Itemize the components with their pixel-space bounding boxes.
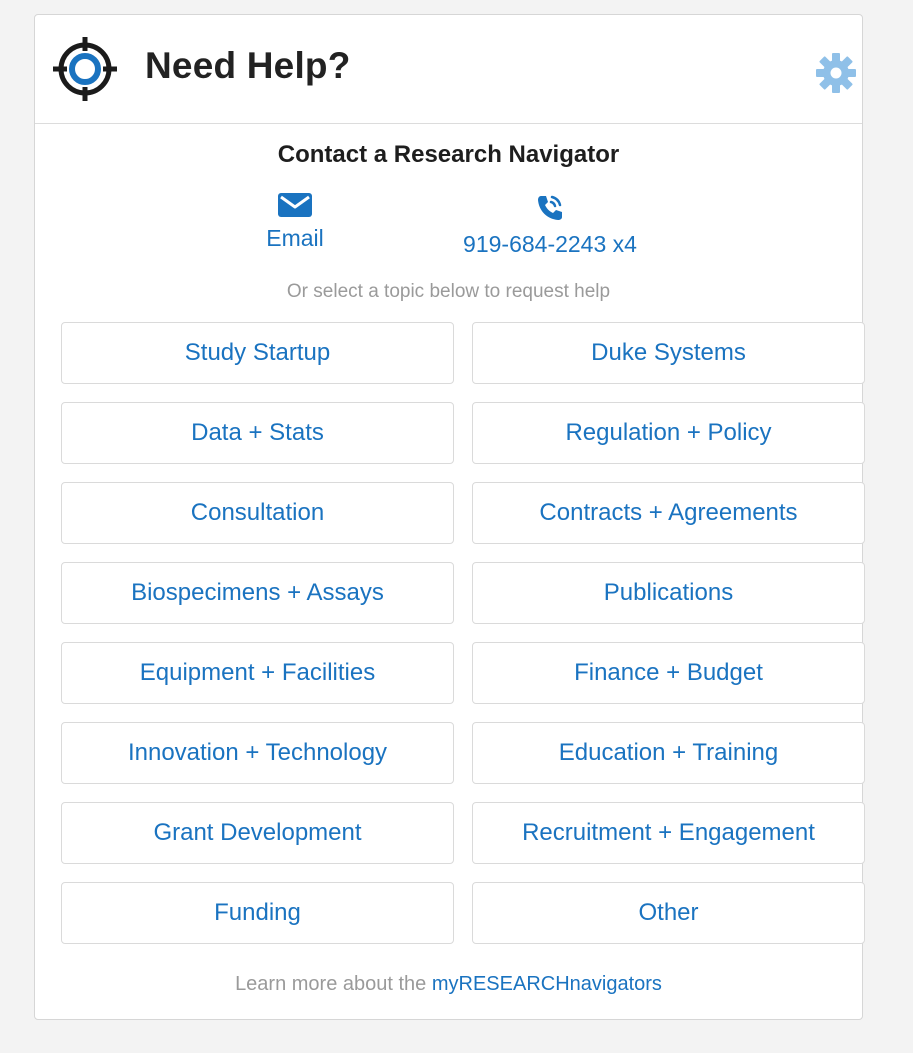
panel-title: Need Help? — [145, 45, 351, 86]
navigators-link[interactable]: myRESEARCHnavigators — [432, 973, 662, 995]
topic-button[interactable]: Consultation — [61, 482, 454, 544]
footer-note: Learn more about the myRESEARCHnavigator… — [35, 973, 862, 996]
footer-text: Learn more about the — [235, 973, 432, 995]
topic-instructions: Or select a topic below to request help — [286, 281, 611, 302]
topic-button[interactable]: Funding — [61, 882, 454, 944]
topic-button[interactable]: Regulation + Policy — [472, 402, 865, 464]
topic-button[interactable]: Education + Training — [472, 722, 865, 784]
topic-button[interactable]: Equipment + Facilities — [61, 642, 454, 704]
topic-button[interactable]: Data + Stats — [61, 402, 454, 464]
topic-button[interactable]: Biospecimens + Assays — [61, 562, 454, 624]
topic-button[interactable]: Innovation + Technology — [61, 722, 454, 784]
envelope-icon — [278, 193, 312, 217]
topic-button[interactable]: Other — [472, 882, 865, 944]
lifebuoy-target-icon — [53, 37, 117, 101]
gear-icon[interactable] — [815, 52, 857, 94]
topic-button[interactable]: Recruitment + Engagement — [472, 802, 865, 864]
phone-link[interactable]: 919-684-2243 x4 — [435, 193, 665, 258]
phone-label: 919-684-2243 x4 — [463, 231, 637, 257]
topic-button[interactable]: Study Startup — [61, 322, 454, 384]
topic-grid: Study Startup Duke Systems Data + Stats … — [61, 322, 865, 944]
topic-button[interactable]: Duke Systems — [472, 322, 865, 384]
contact-heading: Contact a Research Navigator — [277, 141, 620, 168]
topic-button[interactable]: Publications — [472, 562, 865, 624]
email-link[interactable]: Email — [235, 193, 355, 252]
topic-button[interactable]: Contracts + Agreements — [472, 482, 865, 544]
topic-button[interactable]: Grant Development — [61, 802, 454, 864]
email-label: Email — [266, 225, 324, 251]
phone-icon — [538, 195, 562, 220]
help-panel: Need Help? Contact a Research Navigator … — [34, 14, 865, 1020]
panel-header: Need Help? — [35, 15, 862, 124]
topic-button[interactable]: Finance + Budget — [472, 642, 865, 704]
